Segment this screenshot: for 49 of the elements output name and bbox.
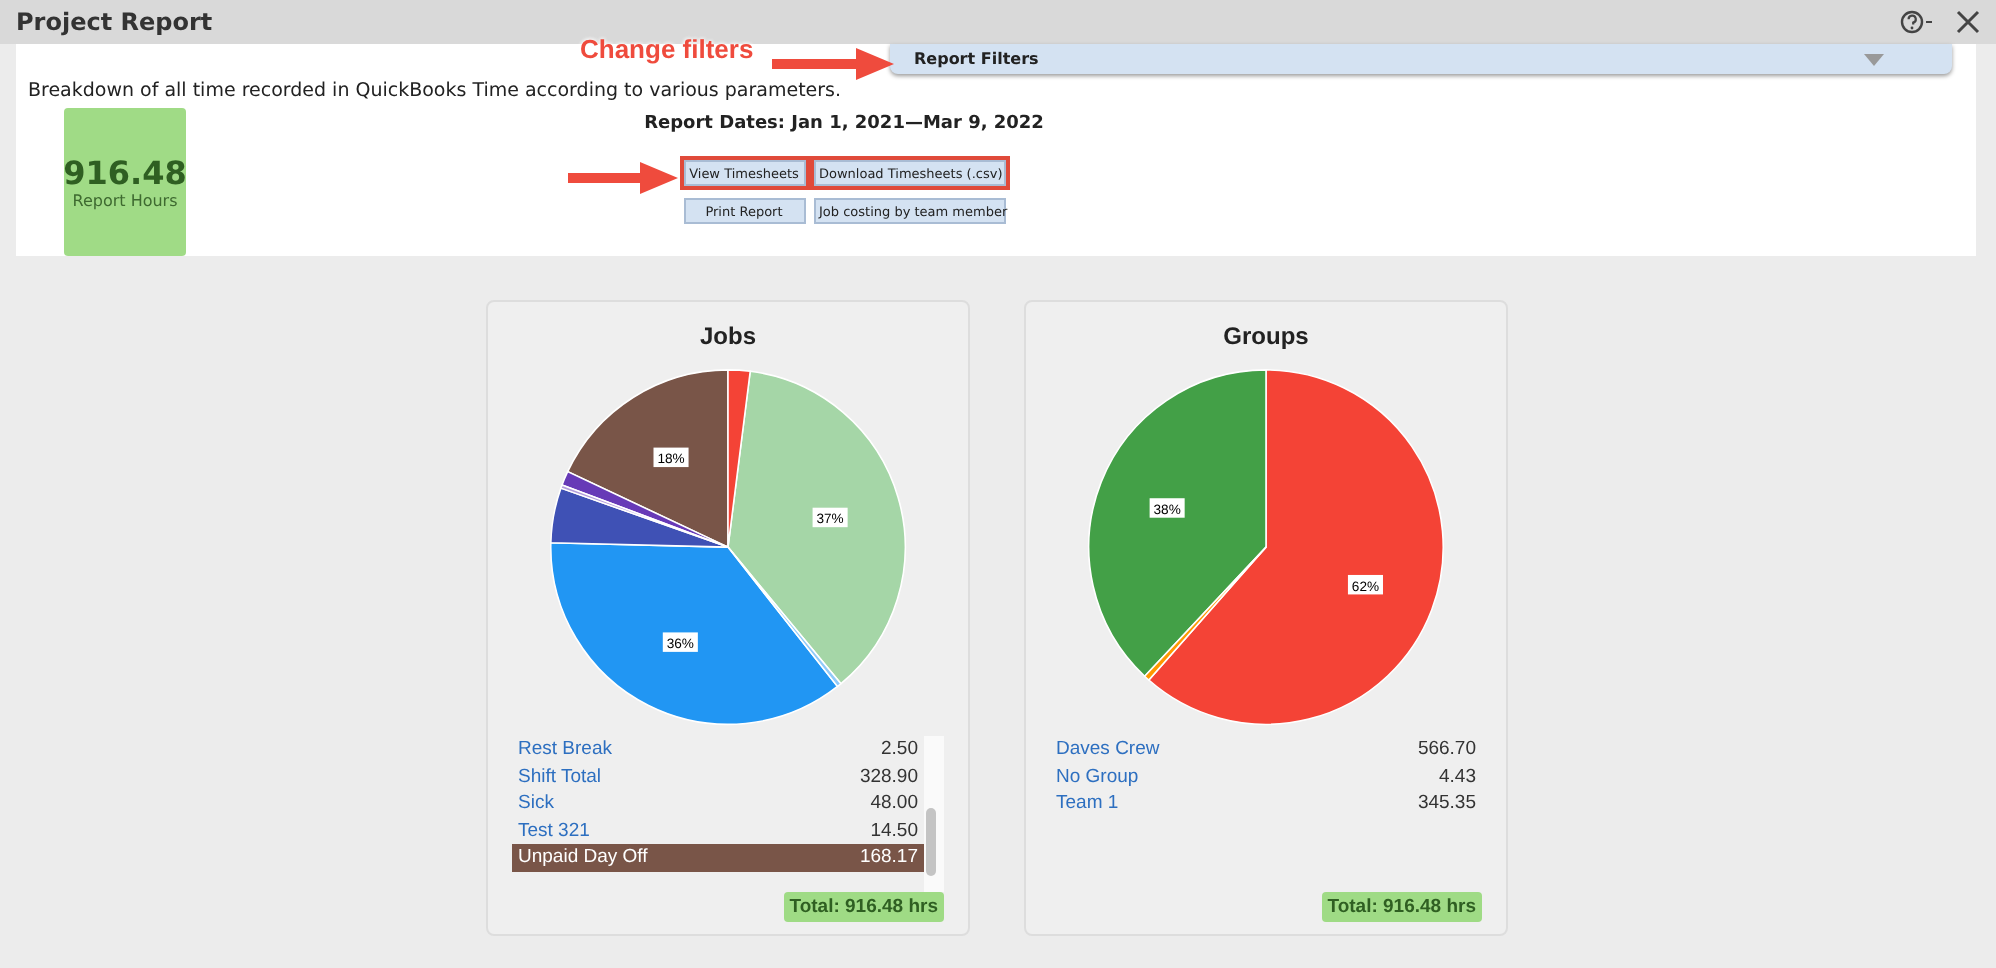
legend-value: 345.35 bbox=[1417, 792, 1476, 815]
legend-name: Sick bbox=[518, 792, 554, 815]
legend-row[interactable]: No Group 4.43 bbox=[1050, 763, 1482, 791]
arrow-icon bbox=[772, 46, 896, 82]
pie-slice[interactable] bbox=[566, 369, 729, 548]
close-icon[interactable] bbox=[1956, 10, 1980, 34]
legend-row[interactable]: Team 1 345.35 bbox=[1050, 790, 1482, 818]
card-title: Groups bbox=[1223, 322, 1309, 350]
total-badge: Total: 916.48 hrs bbox=[1321, 892, 1482, 922]
legend-value: 14.50 bbox=[870, 819, 918, 842]
legend-value: 4.43 bbox=[1439, 765, 1476, 788]
legend-name: Test 321 bbox=[518, 819, 590, 842]
card-title: Jobs bbox=[699, 322, 756, 350]
legend-name: No Group bbox=[1056, 765, 1139, 788]
legend-row[interactable]: Rest Break 2.50 bbox=[512, 736, 924, 764]
legend-value: 2.50 bbox=[881, 738, 918, 761]
pie-slice[interactable] bbox=[727, 370, 906, 685]
legend-row[interactable]: Shift Total 328.90 bbox=[512, 763, 924, 791]
report-dates: Report Dates: Jan 1, 2021—Mar 9, 2022 bbox=[644, 114, 1044, 134]
report-filters-tab[interactable]: Report Filters bbox=[890, 44, 1952, 74]
legend-row[interactable]: Unpaid Day Off 168.17 bbox=[512, 844, 924, 872]
pie-slice[interactable] bbox=[1148, 369, 1444, 725]
scrollbar-thumb[interactable] bbox=[926, 808, 936, 876]
pie-slice[interactable] bbox=[1088, 369, 1267, 678]
total-badge: Total: 916.48 hrs bbox=[783, 892, 944, 922]
legend-row[interactable]: Test 321 14.50 bbox=[512, 817, 924, 845]
legend-name: Unpaid Day Off bbox=[518, 846, 648, 869]
legend-name: Team 1 bbox=[1056, 792, 1119, 815]
caret-icon bbox=[1864, 53, 1884, 65]
arrow-icon bbox=[567, 160, 679, 196]
hours-value: 916.48 bbox=[63, 154, 187, 192]
help-icon[interactable] bbox=[1900, 10, 1936, 34]
legend-value: 168.17 bbox=[859, 846, 918, 869]
window-title: Project Report bbox=[16, 8, 213, 36]
legend-value: 566.70 bbox=[1417, 738, 1476, 761]
pie-slice[interactable] bbox=[550, 541, 839, 725]
legend-name: Shift Total bbox=[518, 765, 602, 788]
pie-slice[interactable] bbox=[727, 546, 842, 688]
pie-slice[interactable] bbox=[727, 369, 751, 548]
description-text: Breakdown of all time recorded in QuickBooks Time according to various parameters. bbox=[28, 80, 844, 102]
legend-row[interactable]: Daves Crew 566.70 bbox=[1050, 736, 1482, 764]
legend-name: Rest Break bbox=[518, 738, 612, 761]
annotation-label: Change filters bbox=[580, 34, 754, 64]
legend-value: 48.00 bbox=[870, 792, 918, 815]
hours-label: Report Hours bbox=[72, 192, 178, 210]
legend-value: 328.90 bbox=[859, 765, 918, 788]
legend-row[interactable]: Sick 48.00 bbox=[512, 790, 924, 818]
pie-slice[interactable] bbox=[1143, 546, 1267, 681]
legend-name: Daves Crew bbox=[1056, 738, 1160, 761]
